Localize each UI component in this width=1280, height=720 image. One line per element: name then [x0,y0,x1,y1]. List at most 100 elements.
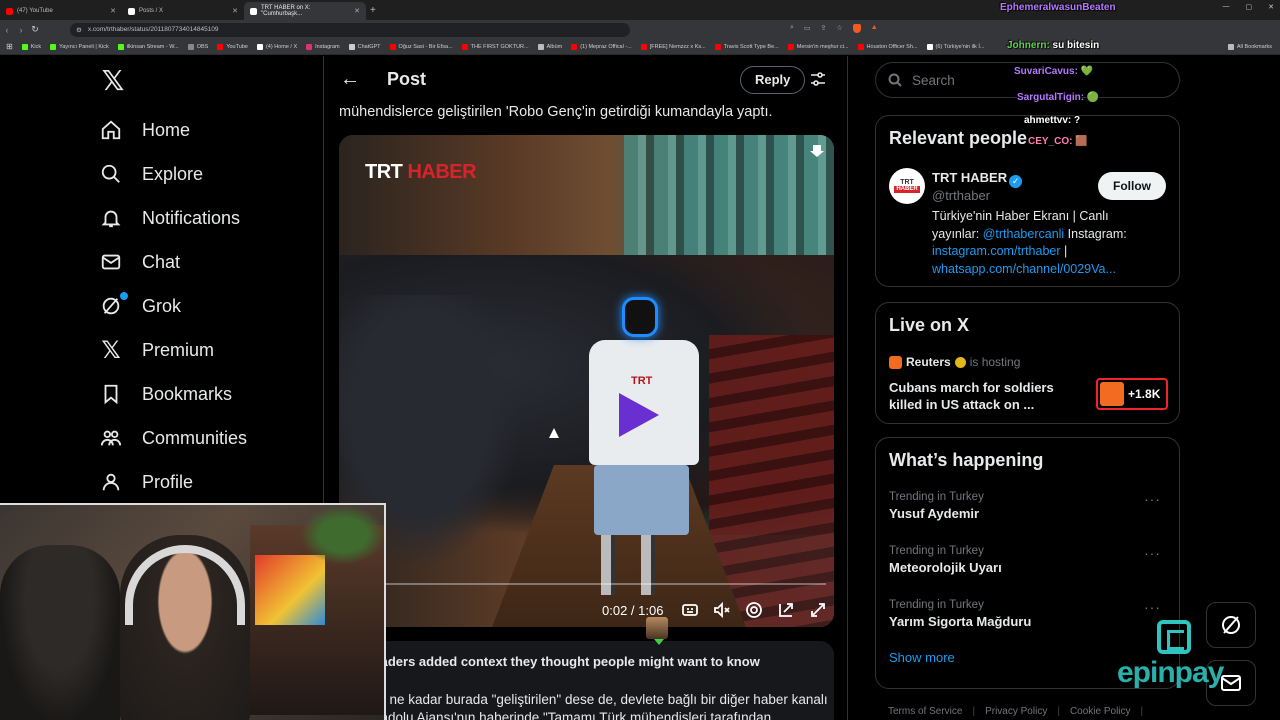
more-options-icon[interactable]: ··· [1144,491,1161,507]
bio-link[interactable]: whatsapp.com/channel/0029Va... [932,261,1167,279]
close-window-icon[interactable]: ✕ [1268,3,1274,11]
more-options-icon[interactable]: ··· [1144,599,1161,615]
chat-text: 🟫 [1072,136,1088,147]
grok-notification-dot [120,292,128,300]
reply-button[interactable]: Reply [740,66,806,94]
robot-head [622,297,658,337]
bookmark-star-icon[interactable]: ☆ [836,24,842,33]
bookmark-item[interactable]: ilkinsan Stream - W... [117,43,179,50]
bookmark-label: Travis Scott Type Be... [723,43,779,50]
bookmark-item[interactable]: [FREE] Nemzzz x Ks... [640,43,706,50]
follow-button[interactable]: Follow [1098,172,1166,200]
sliders-icon[interactable] [810,71,826,87]
close-icon[interactable]: ✕ [110,7,116,15]
close-icon[interactable]: ✕ [354,7,360,15]
trend-item[interactable]: Trending in Turkey Yusuf Aydemir ··· [889,491,1169,521]
bookmark-item[interactable]: ChatGPT [348,43,381,50]
share-icon[interactable]: ⇪ [821,24,827,33]
bookmark-favicon-icon [926,43,933,50]
download-icon[interactable] [810,144,824,158]
divider: | [972,706,976,717]
forward-icon[interactable]: › [14,25,28,35]
bookmark-item[interactable]: (6) Türkiye'nin ilk İ... [926,43,984,50]
trend-item[interactable]: Trending in Turkey Meteorolojik Uyarı ··… [889,545,1169,575]
reload-icon[interactable]: ↻ [28,24,42,35]
nav-profile[interactable]: Profile [98,460,318,504]
video-player[interactable]: TRT TRT HABER 0:02 / 1:06 [339,135,834,627]
maximize-icon[interactable]: ▢ [1246,3,1253,11]
nav-communities[interactable]: Communities [98,416,318,460]
settings-gear-icon[interactable] [745,601,763,619]
bookmark-item[interactable]: THE FIRST GOKTUR... [461,43,529,50]
video-progress-bar[interactable] [366,583,826,585]
nav-grok[interactable]: Grok [98,284,318,328]
bookmark-item[interactable]: Oğuz Sasi - Bir Efsa... [389,43,453,50]
account-handle[interactable]: @trthaber [932,188,990,203]
back-arrow-icon[interactable]: ← [340,68,360,91]
bookmark-label: (1) Mepraz Offical -... [580,43,632,50]
browser-tab-youtube[interactable]: (47) YouTube ✕ [0,2,122,20]
bookmark-item[interactable]: Albüm [537,43,562,50]
bookmark-item[interactable]: YouTube [217,43,248,50]
listener-count: +1.8K [1128,387,1161,401]
popout-icon[interactable] [777,601,795,619]
nav-premium[interactable]: 𝕏 Premium [98,328,318,372]
captions-icon[interactable] [681,601,699,619]
bookmark-item[interactable]: Travis Scott Type Be... [714,43,779,50]
mouse-cursor-icon [549,428,559,438]
browser-tab-trt-post[interactable]: TRT HABER on X: "Cumhurbaşk... ✕ [244,2,366,20]
new-tab-icon[interactable]: + [370,5,376,16]
footer-link[interactable]: Privacy Policy [985,706,1047,717]
community-note-text: Her ne kadar burada "geliştirilen" dese … [364,692,828,707]
youtube-favicon-icon [6,7,13,15]
bio-link[interactable]: instagram.com/trthaber [932,244,1061,258]
minimize-icon[interactable]: — [1223,3,1230,11]
bookmark-item[interactable]: Mersin'in meşhur ci... [787,43,849,50]
nav-notifications[interactable]: Notifications [98,196,318,240]
rewards-icon[interactable]: ▲ [871,24,878,33]
divider: | [1057,706,1060,717]
chat-text: su bitesin [1049,40,1100,51]
account-name[interactable]: TRT HABER ✓ [932,170,1023,188]
bookmark-item[interactable]: Houston Officer Sh... [857,43,918,50]
show-more-link[interactable]: Show more [889,650,955,665]
cast-icon[interactable]: ▭ [804,24,811,33]
bookmark-item[interactable]: Yayıncı Paneli | Kick [50,43,109,50]
bookmark-item[interactable]: (4) Home / X [256,43,297,50]
bookmark-item[interactable]: All Bookmarks [1227,43,1272,50]
video-time: 0:02 / 1:06 [602,603,664,618]
live-listeners-badge[interactable]: +1.8K [1096,378,1168,410]
bookmark-item[interactable]: Kick [21,43,41,50]
primary-navigation: Home Explore Notifications Chat Grok 𝕏 P… [98,108,318,504]
site-info-icon[interactable]: ⚙ [76,26,82,34]
apps-grid-icon[interactable]: ⊞ [6,42,13,51]
play-logo-icon [619,393,659,437]
live-host[interactable]: Reuters is hosting [889,355,1020,369]
bookmark-item[interactable]: Instagram [306,43,340,50]
bio-link[interactable]: @trthabercanli [983,227,1064,241]
nav-home[interactable]: Home [98,108,318,152]
footer-link[interactable]: Terms of Service [888,706,962,717]
close-icon[interactable]: ✕ [232,7,238,15]
fullscreen-icon[interactable] [809,601,827,619]
live-headline[interactable]: Cubans march for soldiers killed in US a… [889,379,1079,413]
avatar[interactable]: TRT HABER [889,168,925,204]
nav-bookmarks[interactable]: Bookmarks [98,372,318,416]
browser-tab-posts[interactable]: Posts / X ✕ [122,2,244,20]
bio-line: yayınlar: @trthabercanli Instagram: [932,226,1167,244]
nav-explore[interactable]: Explore [98,152,318,196]
back-icon[interactable]: ‹ [0,25,14,35]
bio-text: yayınlar: [932,226,983,241]
footer-link[interactable]: Cookie Policy [1070,706,1131,717]
bookmark-item[interactable]: (1) Mepraz Offical -... [571,43,632,50]
zoom-icon[interactable]: ⌕ [790,24,794,33]
mute-icon[interactable] [713,601,731,619]
bookmark-item[interactable]: OBS [187,43,208,50]
robot-shirt-logo: TRT [631,375,653,387]
more-options-icon[interactable]: ··· [1144,545,1161,561]
reuters-avatar [889,355,902,369]
nav-chat[interactable]: Chat [98,240,318,284]
x-logo-icon[interactable]: 𝕏 [98,66,128,96]
brave-shield-icon[interactable] [852,24,861,33]
url-input[interactable]: ⚙ x.com/trthaber/status/2011807734014845… [70,22,630,37]
